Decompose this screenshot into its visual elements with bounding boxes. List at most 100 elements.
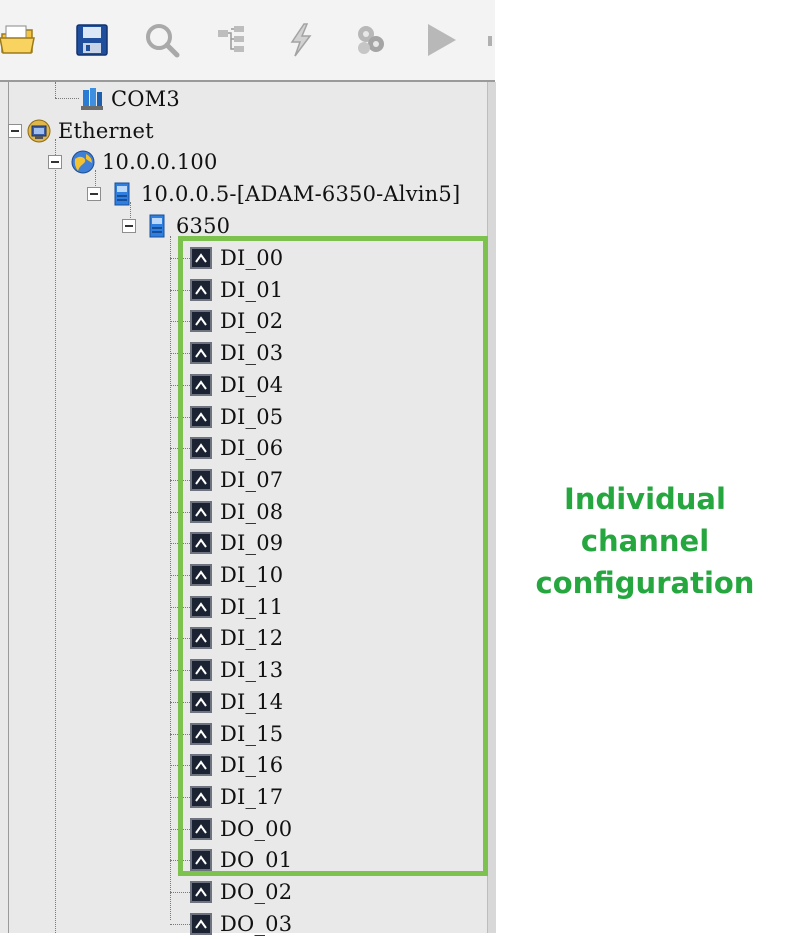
channel-icon <box>190 310 212 332</box>
tree-item-channel[interactable]: DI_06 <box>190 433 283 463</box>
save-button[interactable] <box>70 18 114 62</box>
tree-item-channel[interactable]: DO_03 <box>190 909 292 939</box>
tree-item-label: DO_01 <box>220 848 293 872</box>
tree-guide <box>170 258 190 259</box>
toolbar <box>0 0 495 82</box>
tree-guide <box>170 670 190 671</box>
tree-item-channel[interactable]: DO_01 <box>190 845 292 875</box>
tree-item-label: DI_16 <box>220 753 284 777</box>
tree-guide <box>55 98 79 99</box>
channel-icon <box>190 342 212 364</box>
tree-item-device[interactable]: 10.0.0.5-[ADAM-6350-Alvin5] <box>87 179 460 209</box>
tree-item-channel[interactable]: DI_16 <box>190 750 283 780</box>
channel-icon <box>190 754 212 776</box>
tree-item-label: DI_12 <box>220 626 284 650</box>
tree-item-label: DO_00 <box>220 817 293 841</box>
tree-guide <box>170 892 190 893</box>
search-icon <box>146 24 180 58</box>
lightning-button[interactable] <box>278 18 322 62</box>
open-folder-icon <box>0 25 35 54</box>
tree-item-channel[interactable]: DI_09 <box>190 528 283 558</box>
tree-guide <box>170 829 190 830</box>
tree-item-module[interactable]: 6350 <box>122 211 230 241</box>
channel-icon <box>190 247 212 269</box>
tree-item-channel[interactable]: DI_17 <box>190 782 283 812</box>
ethernet-icon <box>26 118 52 144</box>
device-icon <box>109 181 135 207</box>
tree-guide <box>55 82 56 98</box>
tree-item-channel[interactable]: DI_03 <box>190 338 283 368</box>
collapse-toggle[interactable] <box>48 155 62 169</box>
tree-item-label: DI_11 <box>220 595 284 619</box>
tree-guide <box>170 702 190 703</box>
tree-item-channel[interactable]: DI_00 <box>190 243 283 273</box>
tree-item-label: 10.0.0.100 <box>102 150 218 174</box>
tree-item-label: DI_14 <box>220 690 284 714</box>
annotation-line-2: configuration <box>535 566 755 600</box>
tree-guide <box>170 607 190 608</box>
search-button[interactable] <box>140 18 184 62</box>
tree-item-channel[interactable]: DI_07 <box>190 465 283 495</box>
collapse-toggle[interactable] <box>8 124 22 138</box>
tree-item-com3[interactable]: COM3 <box>79 84 180 114</box>
channel-icon <box>190 881 212 903</box>
tree-guide <box>170 924 190 925</box>
tree-item-channel[interactable]: DI_11 <box>190 592 283 622</box>
tree-item-label: DI_13 <box>220 658 284 682</box>
channel-icon <box>190 786 212 808</box>
channel-icon <box>190 564 212 586</box>
save-icon <box>76 24 108 56</box>
tree-item-label: COM3 <box>111 87 180 111</box>
play-button[interactable] <box>418 18 462 62</box>
channel-icon <box>190 913 212 935</box>
tree-item-channel[interactable]: DI_13 <box>190 655 283 685</box>
channel-icon <box>190 627 212 649</box>
tree-item-ethernet[interactable]: Ethernet <box>8 116 154 146</box>
tree-guide <box>170 385 190 386</box>
tree-item-channel[interactable]: DO_02 <box>190 877 292 907</box>
tree-guide <box>170 480 190 481</box>
tree-item-channel[interactable]: DI_12 <box>190 623 283 653</box>
tree-guide <box>170 734 190 735</box>
channel-icon <box>190 279 212 301</box>
tree-guide <box>55 139 56 933</box>
tree-guide <box>170 797 190 798</box>
channel-icon <box>190 849 212 871</box>
tree-border <box>8 82 9 933</box>
channel-icon <box>190 818 212 840</box>
channel-icon <box>190 532 212 554</box>
tree-item-channel[interactable]: DI_02 <box>190 306 283 336</box>
gear-cluster-button[interactable] <box>348 18 392 62</box>
tree-item-channel[interactable]: DI_04 <box>190 370 283 400</box>
tree-item-channel[interactable]: DI_01 <box>190 275 283 305</box>
channel-icon <box>190 406 212 428</box>
device-explorer-panel: COM3 Ethernet 10.0.0.100 10.0.0.5-[ADAM-… <box>0 0 496 936</box>
tree-guide <box>170 236 171 920</box>
network-tree-icon <box>218 26 244 52</box>
open-folder-button[interactable] <box>0 18 40 62</box>
tree-item-host[interactable]: 10.0.0.100 <box>48 147 218 177</box>
tree-guide <box>170 638 190 639</box>
tree-item-channel[interactable]: DO_00 <box>190 814 292 844</box>
tree-item-channel[interactable]: DI_14 <box>190 687 283 717</box>
tree-item-label: DI_09 <box>220 531 284 555</box>
channel-icon <box>190 691 212 713</box>
network-tree-button[interactable] <box>210 18 254 62</box>
tree-item-label: DI_02 <box>220 309 284 333</box>
tree-guide <box>170 765 190 766</box>
tree-guide <box>170 290 190 291</box>
tree-item-label: DI_15 <box>220 722 284 746</box>
channel-icon <box>190 596 212 618</box>
tree-item-channel[interactable]: DI_05 <box>190 402 283 432</box>
tree-item-channel[interactable]: DI_08 <box>190 497 283 527</box>
channel-icon <box>190 469 212 491</box>
collapse-toggle[interactable] <box>87 187 101 201</box>
tree-item-channel[interactable]: DI_15 <box>190 719 283 749</box>
collapse-toggle[interactable] <box>122 219 136 233</box>
tree-item-label: 6350 <box>176 214 231 238</box>
tree-item-label: DI_05 <box>220 405 284 429</box>
tree-guide <box>170 353 190 354</box>
tree-item-channel[interactable]: DI_10 <box>190 560 283 590</box>
tree-guide <box>170 543 190 544</box>
module-icon <box>144 213 170 239</box>
